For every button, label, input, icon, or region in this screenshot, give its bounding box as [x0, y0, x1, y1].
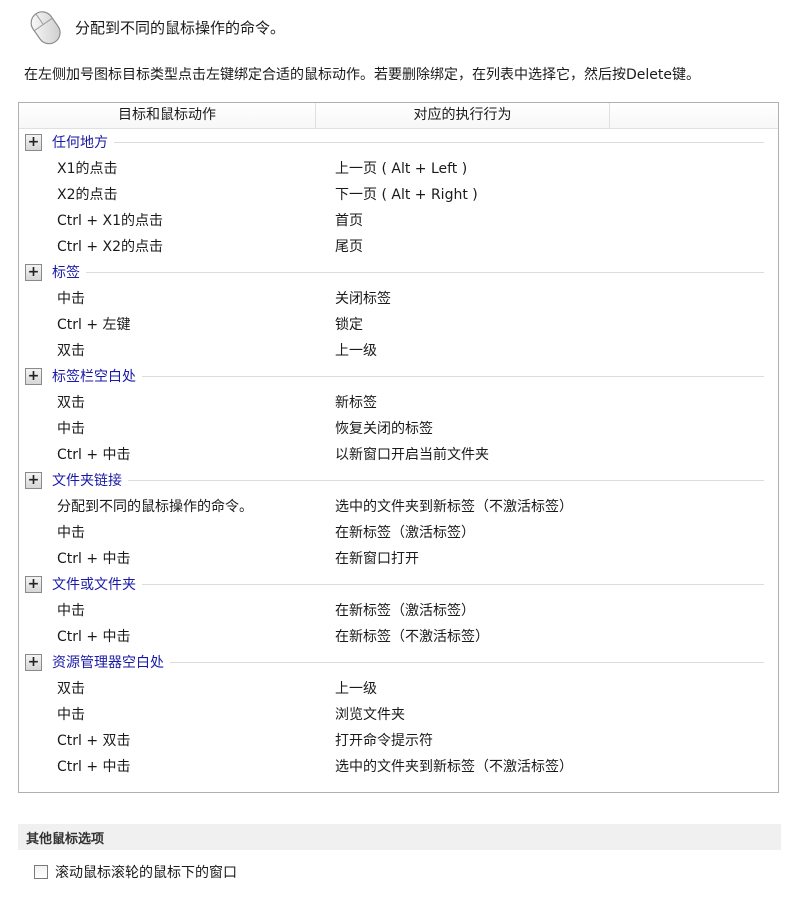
- binding-action: 中击: [57, 603, 85, 619]
- binding-command: 上一级: [335, 681, 377, 697]
- binding-command: 上一级: [335, 343, 377, 359]
- column-header: 目标和鼠标动作 对应的执行行为: [19, 103, 778, 129]
- description-text: 在左侧加号图标目标类型点击左键绑定合适的鼠标动作。若要删除绑定，在列表中选择它，…: [24, 67, 700, 83]
- binding-action: 分配到不同的鼠标操作的命令。: [57, 499, 253, 515]
- add-binding-button[interactable]: +: [25, 133, 42, 151]
- binding-row[interactable]: Ctrl + 双击 打开命令提示符: [19, 727, 778, 753]
- group-header: + 文件或文件夹: [19, 571, 778, 597]
- group-divider: [128, 479, 764, 481]
- binding-command: 在新窗口打开: [335, 551, 419, 567]
- binding-action: Ctrl + 中击: [57, 759, 131, 775]
- checkbox-label: 滚动鼠标滚轮的鼠标下的窗口: [55, 865, 237, 881]
- group-header: + 标签栏空白处: [19, 363, 778, 389]
- column-header-empty[interactable]: [610, 103, 778, 128]
- binding-command: 在新标签（激活标签）: [335, 525, 475, 541]
- add-binding-button[interactable]: +: [25, 263, 42, 281]
- binding-row[interactable]: Ctrl + 中击 选中的文件夹到新标签（不激活标签）: [19, 753, 778, 779]
- binding-row[interactable]: Ctrl + X2的点击 尾页: [19, 233, 778, 259]
- binding-action: Ctrl + 左键: [57, 317, 131, 333]
- add-binding-button[interactable]: +: [25, 367, 42, 385]
- scroll-under-mouse-option[interactable]: 滚动鼠标滚轮的鼠标下的窗口: [34, 862, 237, 882]
- binding-command: 新标签: [335, 395, 377, 411]
- binding-action: 中击: [57, 291, 85, 307]
- group-label: 标签栏空白处: [52, 369, 136, 385]
- group-divider: [142, 583, 764, 585]
- binding-action: Ctrl + 中击: [57, 447, 131, 463]
- binding-action: 中击: [57, 421, 85, 437]
- mouse-bindings-list[interactable]: 目标和鼠标动作 对应的执行行为 + 任何地方 X1的点击 上一页 ( Alt + Le…: [18, 102, 779, 793]
- group-label: 任何地方: [52, 135, 108, 151]
- binding-action: 双击: [57, 395, 85, 411]
- binding-command: 选中的文件夹到新标签（不激活标签）: [335, 759, 573, 775]
- binding-row[interactable]: 中击 恢复关闭的标签: [19, 415, 778, 441]
- binding-row[interactable]: X2的点击 下一页 ( Alt + Right ): [19, 181, 778, 207]
- binding-action: Ctrl + X2的点击: [57, 239, 164, 255]
- binding-row[interactable]: 中击 浏览文件夹: [19, 701, 778, 727]
- binding-row[interactable]: Ctrl + 左键 锁定: [19, 311, 778, 337]
- group-divider: [170, 661, 764, 663]
- binding-row[interactable]: 中击 在新标签（激活标签）: [19, 597, 778, 623]
- binding-action: 双击: [57, 681, 85, 697]
- binding-command: 浏览文件夹: [335, 707, 405, 723]
- binding-command: 在新标签（激活标签）: [335, 603, 475, 619]
- group-label: 标签: [52, 265, 80, 281]
- group-divider: [86, 271, 764, 273]
- binding-command: 关闭标签: [335, 291, 391, 307]
- list-body: + 任何地方 X1的点击 上一页 ( Alt + Left ) X2的点击 下一页 ( A…: [19, 129, 778, 779]
- other-mouse-options-header: 其他鼠标选项: [18, 824, 781, 850]
- binding-action: 中击: [57, 707, 85, 723]
- binding-command: 首页: [335, 213, 363, 229]
- group-label: 文件夹链接: [52, 473, 122, 489]
- binding-row[interactable]: Ctrl + 中击 在新标签（不激活标签）: [19, 623, 778, 649]
- binding-action: 双击: [57, 343, 85, 359]
- binding-command: 打开命令提示符: [335, 733, 433, 749]
- binding-action: 中击: [57, 525, 85, 541]
- group-label: 资源管理器空白处: [52, 655, 164, 671]
- binding-action: Ctrl + 中击: [57, 551, 131, 567]
- binding-action: X2的点击: [57, 187, 118, 203]
- binding-row[interactable]: 分配到不同的鼠标操作的命令。 选中的文件夹到新标签（不激活标签）: [19, 493, 778, 519]
- binding-action: Ctrl + X1的点击: [57, 213, 164, 229]
- binding-row[interactable]: Ctrl + X1的点击 首页: [19, 207, 778, 233]
- group-header: + 任何地方: [19, 129, 778, 155]
- binding-row[interactable]: 双击 新标签: [19, 389, 778, 415]
- column-header-target-action[interactable]: 目标和鼠标动作: [19, 103, 316, 128]
- binding-row[interactable]: 双击 上一级: [19, 675, 778, 701]
- binding-row[interactable]: Ctrl + 中击 在新窗口打开: [19, 545, 778, 571]
- scroll-under-mouse-checkbox[interactable]: [34, 865, 48, 879]
- binding-command: 在新标签（不激活标签）: [335, 629, 489, 645]
- page-title: 分配到不同的鼠标操作的命令。: [75, 18, 286, 37]
- binding-command: 上一页 ( Alt + Left ): [335, 161, 468, 177]
- binding-command: 尾页: [335, 239, 363, 255]
- group-header: + 标签: [19, 259, 778, 285]
- binding-action: Ctrl + 中击: [57, 629, 131, 645]
- binding-row[interactable]: 中击 在新标签（激活标签）: [19, 519, 778, 545]
- binding-command: 锁定: [335, 317, 363, 333]
- page-header: 分配到不同的鼠标操作的命令。: [27, 6, 285, 48]
- group-divider: [114, 141, 764, 143]
- column-header-command[interactable]: 对应的执行行为: [316, 103, 610, 128]
- mouse-icon: [30, 11, 61, 45]
- binding-action: Ctrl + 双击: [57, 733, 131, 749]
- binding-command: 恢复关闭的标签: [335, 421, 433, 437]
- binding-row[interactable]: 双击 上一级: [19, 337, 778, 363]
- add-binding-button[interactable]: +: [25, 653, 42, 671]
- binding-command: 下一页 ( Alt + Right ): [335, 187, 478, 203]
- binding-command: 以新窗口开启当前文件夹: [335, 447, 489, 463]
- binding-row[interactable]: X1的点击 上一页 ( Alt + Left ): [19, 155, 778, 181]
- binding-row[interactable]: Ctrl + 中击 以新窗口开启当前文件夹: [19, 441, 778, 467]
- group-label: 文件或文件夹: [52, 577, 136, 593]
- section-title: 其他鼠标选项: [26, 831, 105, 847]
- add-binding-button[interactable]: +: [25, 471, 42, 489]
- group-divider: [142, 375, 764, 377]
- binding-row[interactable]: 中击 关闭标签: [19, 285, 778, 311]
- binding-command: 选中的文件夹到新标签（不激活标签）: [335, 499, 573, 515]
- add-binding-button[interactable]: +: [25, 575, 42, 593]
- binding-action: X1的点击: [57, 161, 118, 177]
- group-header: + 资源管理器空白处: [19, 649, 778, 675]
- group-header: + 文件夹链接: [19, 467, 778, 493]
